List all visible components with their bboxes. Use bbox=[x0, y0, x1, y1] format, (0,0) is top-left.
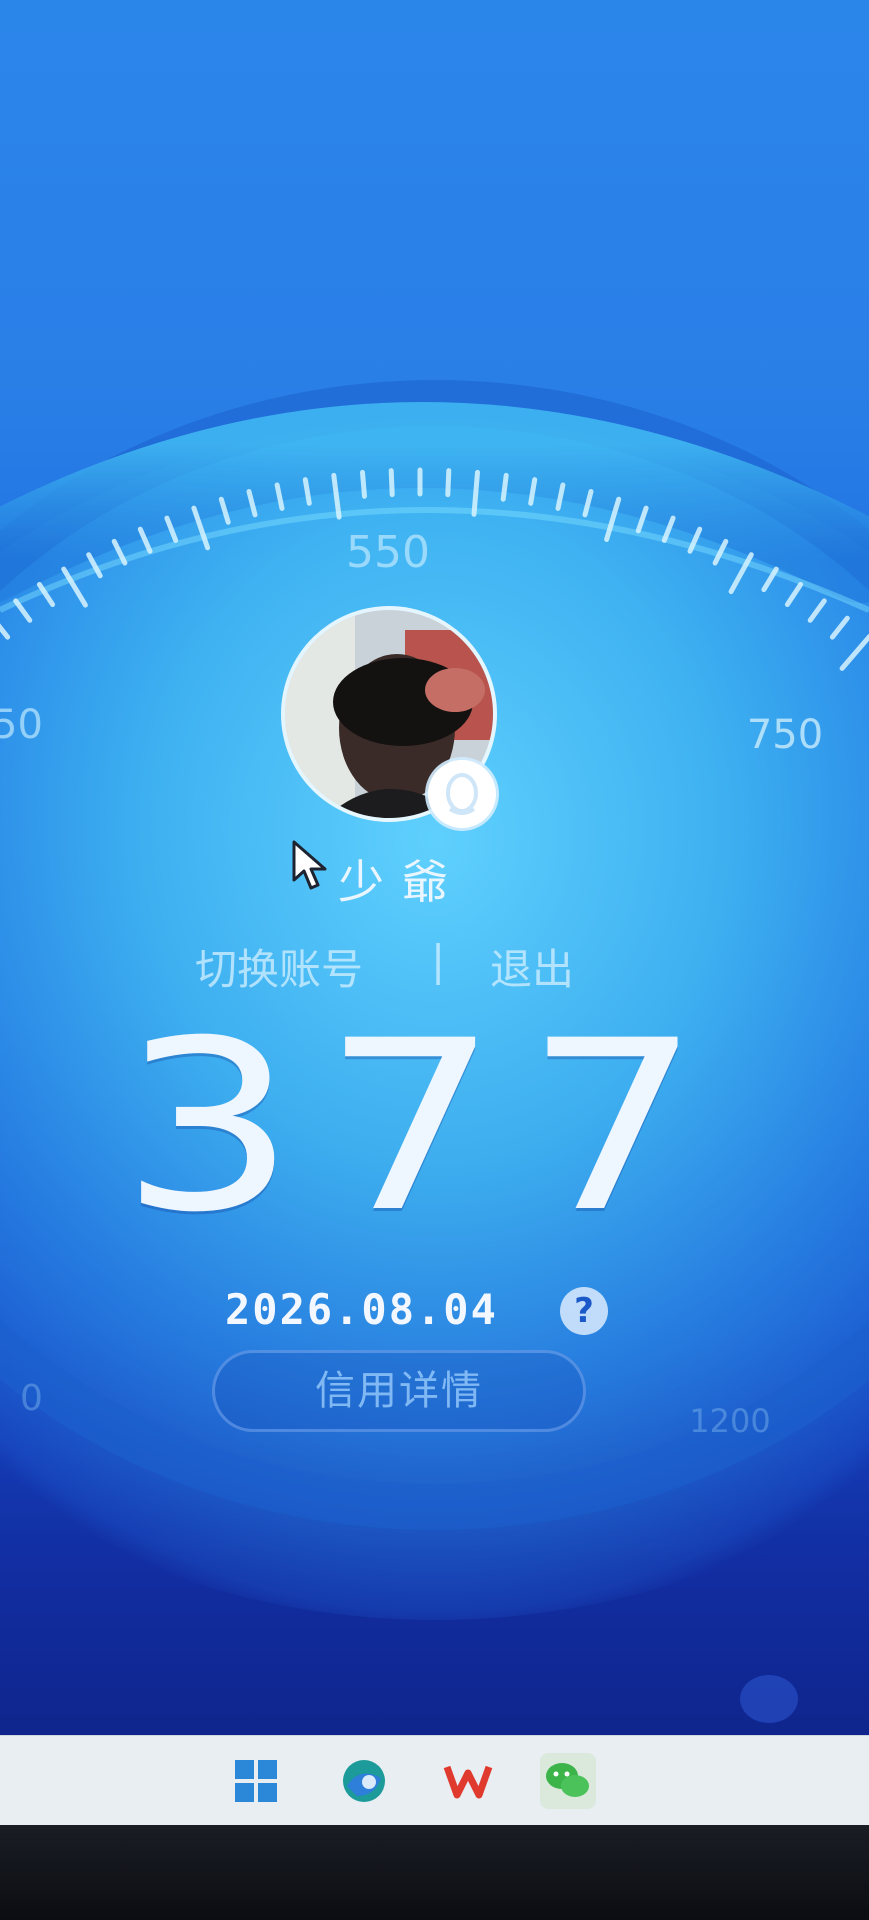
wechat-icon[interactable] bbox=[540, 1753, 596, 1809]
gauge-minor-tick bbox=[388, 468, 395, 498]
floating-dot[interactable] bbox=[740, 1675, 798, 1723]
switch-account-link[interactable]: 切换账号 bbox=[195, 936, 363, 997]
gauge-arc-band bbox=[0, 402, 869, 603]
qq-penguin-icon bbox=[428, 760, 496, 828]
account-actions: 切换账号 | 退出 bbox=[195, 936, 675, 996]
gauge-major-tick bbox=[471, 469, 480, 517]
gauge-minor-tick bbox=[360, 469, 367, 499]
score-date: 2026.08.04 bbox=[225, 1285, 498, 1334]
gauge-label-bottom-left: 0 bbox=[20, 1378, 43, 1419]
gauge-minor-tick bbox=[445, 468, 452, 498]
credit-detail-button[interactable]: 信用详情 bbox=[212, 1350, 586, 1432]
wps-office-icon[interactable] bbox=[440, 1753, 496, 1809]
monitor-bezel bbox=[0, 1825, 869, 1920]
username-row: 少爺 bbox=[290, 840, 580, 910]
gauge-label-left: 50 bbox=[0, 702, 43, 748]
gauge-minor-tick bbox=[0, 623, 11, 640]
taskbar bbox=[0, 1735, 869, 1826]
score-date-row: 2026.08.04 ? bbox=[225, 1285, 645, 1341]
gauge-minor-tick bbox=[807, 598, 827, 623]
edge-browser-icon[interactable] bbox=[336, 1753, 392, 1809]
gauge-minor-tick bbox=[13, 598, 33, 623]
gauge-label-bottom-right: 1200 bbox=[689, 1402, 770, 1440]
app-screen: 550 50 750 0 1200 少爺 切换账号 | 退出 377 2026.… bbox=[0, 0, 869, 1735]
credit-score: 377 bbox=[120, 991, 728, 1264]
gauge-minor-tick bbox=[829, 615, 850, 640]
logout-link[interactable]: 退出 bbox=[490, 936, 574, 997]
mouse-cursor-icon bbox=[292, 840, 327, 890]
gauge-minor-tick bbox=[784, 582, 804, 607]
gauge-minor-tick bbox=[500, 472, 509, 502]
actions-divider: | bbox=[431, 936, 446, 985]
gauge-major-tick bbox=[839, 634, 869, 671]
gauge-label-right: 750 bbox=[747, 712, 823, 758]
windows-start-icon[interactable] bbox=[228, 1753, 284, 1809]
username: 少爺 bbox=[338, 855, 466, 909]
gauge-label-top: 550 bbox=[346, 527, 430, 578]
help-icon[interactable]: ? bbox=[560, 1287, 608, 1335]
